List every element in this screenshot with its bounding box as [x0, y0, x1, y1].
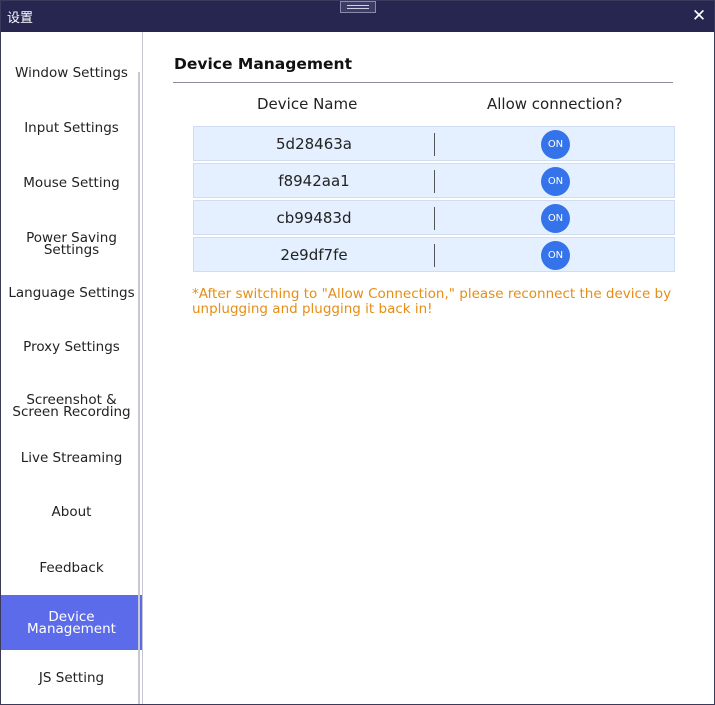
table-row: f8942aa1 ON [193, 163, 675, 198]
device-name: 2e9df7fe [280, 246, 348, 264]
cell-divider [434, 133, 435, 156]
allow-connection-toggle[interactable]: ON [541, 204, 570, 233]
table-row: 2e9df7fe ON [193, 237, 675, 272]
cell-divider [434, 170, 435, 193]
sidebar-item-feedback[interactable]: Feedback [1, 540, 142, 595]
sidebar-item-input-settings[interactable]: Input Settings [1, 100, 142, 155]
allow-connection-toggle[interactable]: ON [541, 241, 570, 270]
table-row: 5d28463a ON [193, 126, 675, 161]
allow-connection-toggle[interactable]: ON [541, 167, 570, 196]
close-button[interactable]: ✕ [690, 6, 708, 26]
title-bar[interactable]: 设置 ✕ [1, 1, 714, 32]
sidebar-item-live-streaming[interactable]: Live Streaming [1, 430, 142, 485]
cell-divider [434, 244, 435, 267]
device-name: cb99483d [276, 209, 352, 227]
device-name: f8942aa1 [278, 172, 350, 190]
allow-connection-toggle[interactable]: ON [541, 130, 570, 159]
settings-window: 设置 ✕ Window Settings Input Settings Mous… [0, 0, 715, 705]
device-table: 5d28463a ON f8942aa1 ON cb99483d ON 2e9d… [193, 126, 675, 274]
sidebar-item-language-settings[interactable]: Language Settings [1, 265, 142, 320]
sidebar-item-power-saving-settings[interactable]: Power Saving Settings [1, 216, 142, 271]
page-title: Device Management [174, 55, 352, 73]
device-name: 5d28463a [276, 135, 352, 153]
sidebar-item-screenshot-recording[interactable]: Screenshot & Screen Recording [1, 378, 142, 433]
sidebar-item-proxy-settings[interactable]: Proxy Settings [1, 319, 142, 374]
column-header-allow-connection: Allow connection? [487, 95, 623, 113]
column-header-device-name: Device Name [257, 95, 358, 113]
sidebar-item-window-settings[interactable]: Window Settings [1, 45, 142, 100]
table-row: cb99483d ON [193, 200, 675, 235]
settings-sidebar: Window Settings Input Settings Mouse Set… [1, 32, 143, 704]
sidebar-scrollbar[interactable] [138, 72, 140, 704]
sidebar-item-js-setting[interactable]: JS Setting [1, 650, 142, 704]
sidebar-item-device-management[interactable]: Device Management [1, 595, 142, 650]
reconnect-note: *After switching to "Allow Connection," … [192, 286, 672, 317]
window-title: 设置 [7, 11, 34, 26]
cell-divider [434, 207, 435, 230]
title-divider [173, 82, 673, 83]
drag-handle-icon[interactable] [340, 1, 376, 13]
sidebar-item-about[interactable]: About [1, 484, 142, 539]
device-management-panel: Device Management Device Name Allow conn… [143, 32, 714, 704]
sidebar-item-mouse-setting[interactable]: Mouse Setting [1, 155, 142, 210]
